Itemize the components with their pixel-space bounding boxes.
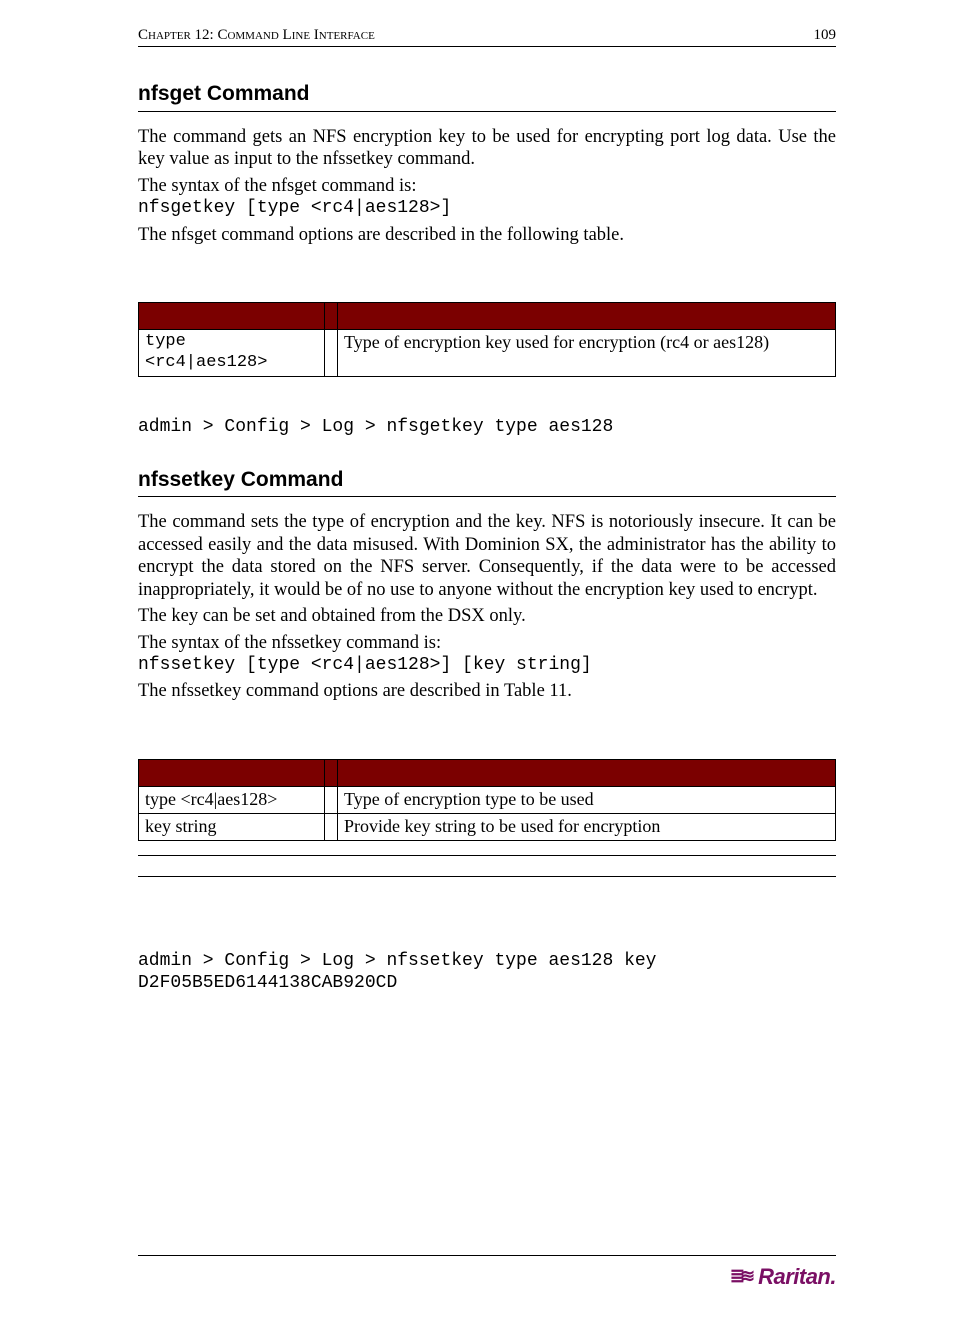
- nfssetkey-options-table: type <rc4|aes128> Type of encryption typ…: [138, 759, 836, 841]
- nfssetkey-syntax-code: nfssetkey [type <rc4|aes128>] [key strin…: [138, 655, 836, 677]
- page-number: 109: [814, 26, 837, 44]
- nfssetkey-example: admin > Config > Log > nfssetkey type ae…: [138, 951, 836, 995]
- footer: ≣≋ Raritan.: [138, 1255, 836, 1291]
- divider-rule: [138, 855, 836, 877]
- nfsget-syntax-intro: The syntax of the nfsget command is:: [138, 175, 836, 198]
- nfssetkey-description: The command sets the type of encryption …: [138, 511, 836, 601]
- section-heading-nfsget: nfsget Command: [138, 81, 836, 112]
- section-heading-nfssetkey: nfssetkey Command: [138, 467, 836, 498]
- chapter-label: Chapter 12: Command Line Interface: [138, 26, 375, 44]
- nfssetkey-syntax-intro: The syntax of the nfssetkey command is:: [138, 632, 836, 655]
- desc-cell: Type of encryption key used for encrypti…: [338, 330, 836, 376]
- table-row: type <rc4|aes128> Type of encryption key…: [139, 330, 836, 376]
- table-row: key string Provide key string to be used…: [139, 813, 836, 840]
- brand-logo: ≣≋ Raritan.: [730, 1264, 836, 1291]
- option-cell: type <rc4|aes128>: [139, 330, 325, 376]
- nfsget-example: admin > Config > Log > nfsgetkey type ae…: [138, 417, 836, 439]
- desc-cell: Type of encryption type to be used: [338, 787, 836, 814]
- running-header: Chapter 12: Command Line Interface 109: [138, 26, 836, 47]
- option-cell: key string: [139, 813, 325, 840]
- option-cell: type <rc4|aes128>: [139, 787, 325, 814]
- nfsget-description: The command gets an NFS encryption key t…: [138, 126, 836, 171]
- brand-icon: ≣≋: [730, 1266, 750, 1288]
- table-row: type <rc4|aes128> Type of encryption typ…: [139, 787, 836, 814]
- nfssetkey-options-intro: The nfssetkey command options are descri…: [138, 680, 836, 703]
- nfsget-syntax-code: nfsgetkey [type <rc4|aes128>]: [138, 198, 836, 220]
- nfsget-options-intro: The nfsget command options are described…: [138, 224, 836, 247]
- brand-text: Raritan.: [758, 1264, 836, 1291]
- nfssetkey-para2: The key can be set and obtained from the…: [138, 605, 836, 628]
- desc-cell: Provide key string to be used for encryp…: [338, 813, 836, 840]
- nfsget-options-table: type <rc4|aes128> Type of encryption key…: [138, 302, 836, 376]
